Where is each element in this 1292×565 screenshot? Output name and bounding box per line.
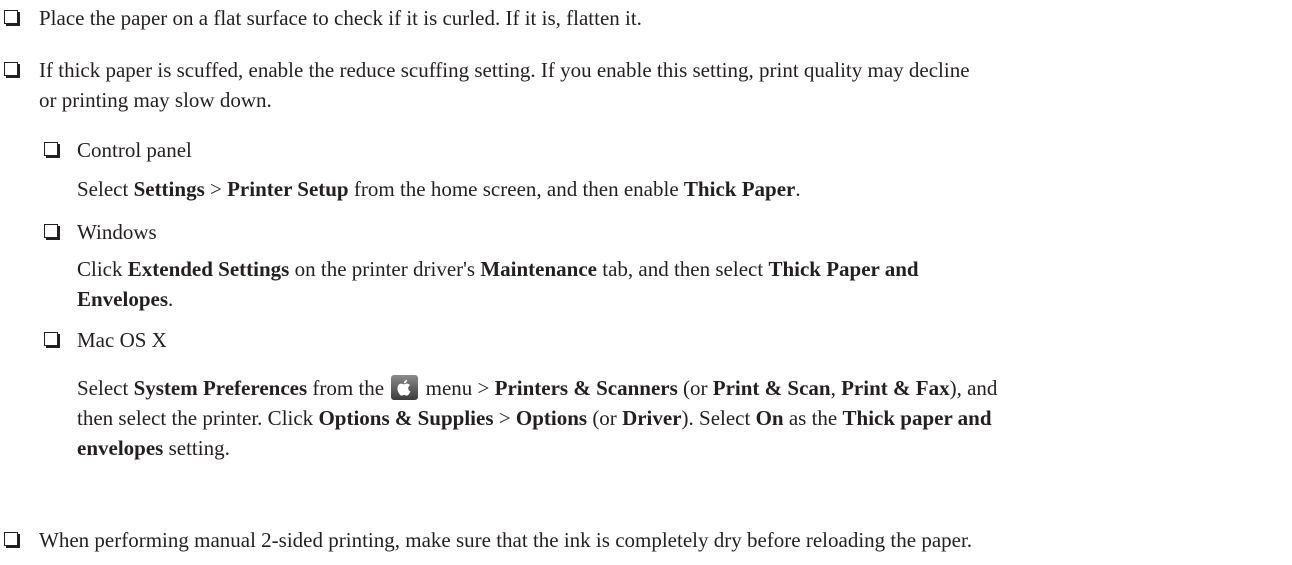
text-run: menu > xyxy=(420,376,495,400)
text-run: ). Select xyxy=(681,406,756,430)
text-run: Select xyxy=(77,376,134,400)
menu-term: Envelopes xyxy=(77,287,169,311)
checkbox-bullet-icon xyxy=(4,62,18,76)
bullet-text: Place the paper on a flat surface to che… xyxy=(39,6,642,30)
menu-term: Printers & Scanners xyxy=(494,376,678,400)
menu-term: Thick Paper xyxy=(683,177,796,201)
menu-term: Options xyxy=(515,406,588,430)
text-run: Select xyxy=(77,177,134,201)
apple-menu-icon xyxy=(391,375,419,400)
text-run: , xyxy=(830,376,842,400)
subitem-label: Control panel xyxy=(77,138,192,162)
text-run: from the xyxy=(307,376,390,400)
menu-term: System Preferences xyxy=(133,376,308,400)
menu-term: Print & Scan xyxy=(712,376,831,400)
menu-term: Extended Settings xyxy=(127,257,290,281)
windows-instructions: Click Extended Settings on the printer d… xyxy=(77,254,919,314)
checkbox-bullet-icon xyxy=(4,532,18,546)
text-run: (or xyxy=(677,376,713,400)
text-run: . xyxy=(795,177,801,201)
menu-term: Thick Paper and xyxy=(768,257,919,281)
menu-term: Options & Supplies xyxy=(318,406,494,430)
menu-term: Print & Fax xyxy=(841,376,950,400)
text-run: setting. xyxy=(163,436,230,460)
menu-term: Thick paper and xyxy=(842,406,992,430)
text-run: (or xyxy=(587,406,623,430)
text-run: > xyxy=(493,406,516,430)
menu-term: Settings xyxy=(133,177,205,201)
menu-term: envelopes xyxy=(77,436,164,460)
checkbox-bullet-icon xyxy=(44,332,58,346)
text-run: tab, and then select xyxy=(597,257,769,281)
bullet-text-line1: If thick paper is scuffed, enable the re… xyxy=(39,58,970,82)
text-run: on the printer driver's xyxy=(289,257,481,281)
menu-term: On xyxy=(755,406,784,430)
text-run: as the xyxy=(783,406,843,430)
text-run: from the home screen, and then enable xyxy=(348,177,684,201)
bullet-text: When performing manual 2-sided printing,… xyxy=(39,528,973,552)
subitem-label: Mac OS X xyxy=(77,328,167,352)
text-run: ), and xyxy=(949,376,998,400)
control-panel-instructions: Select Settings > Printer Setup from the… xyxy=(77,174,801,204)
text-run: . xyxy=(168,287,174,311)
text-run: Click xyxy=(77,257,128,281)
mac-instructions: Select System Preferences from the menu … xyxy=(77,373,997,463)
checkbox-bullet-icon xyxy=(44,142,58,156)
text-run: > xyxy=(204,177,228,201)
checkbox-bullet-icon xyxy=(4,10,18,24)
menu-term: Printer Setup xyxy=(227,177,349,201)
menu-term: Maintenance xyxy=(480,257,597,281)
document-page: Place the paper on a flat surface to che… xyxy=(0,0,1292,565)
checkbox-bullet-icon xyxy=(44,224,58,238)
bullet-text-line2: or printing may slow down. xyxy=(39,88,272,112)
subitem-label: Windows xyxy=(77,220,157,244)
menu-term: Driver xyxy=(622,406,682,430)
text-run: then select the printer. Click xyxy=(77,406,319,430)
